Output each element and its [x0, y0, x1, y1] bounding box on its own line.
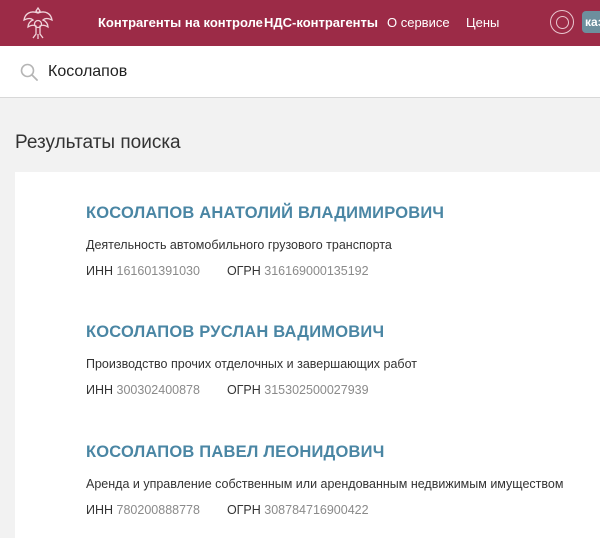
list-item: КОСОЛАПОВ ПАВЕЛ ЛЕОНИДОВИЧ Аренда и упра… [86, 443, 600, 517]
nav-vat-counterparties[interactable]: НДС-контрагенты [264, 15, 378, 30]
search-bar [0, 46, 600, 98]
search-input[interactable] [48, 59, 568, 85]
inn-value: 300302400878 [116, 383, 200, 397]
result-name-link[interactable]: КОСОЛАПОВ ПАВЕЛ ЛЕОНИДОВИЧ [86, 443, 600, 462]
search-icon[interactable] [20, 63, 38, 81]
ogrn-label: ОГРН [226, 264, 261, 278]
inn-label: ИНН [86, 383, 114, 397]
result-name-link[interactable]: КОСОЛАПОВ АНАТОЛИЙ ВЛАДИМИРОВИЧ [86, 204, 600, 223]
page-title: Результаты поиска [15, 132, 181, 153]
ogrn-label: ОГРН [226, 503, 261, 517]
inn-value: 780200888778 [116, 503, 200, 517]
result-activity: Деятельность автомобильного грузового тр… [86, 238, 392, 252]
result-activity: Аренда и управление собственным или арен… [86, 477, 564, 491]
nav-monitored-counterparties[interactable]: Контрагенты на контроле [98, 15, 263, 30]
inn-label: ИНН [86, 264, 114, 278]
list-item: КОСОЛАПОВ АНАТОЛИЙ ВЛАДИМИРОВИЧ Деятельн… [86, 204, 600, 278]
nav-about-service[interactable]: О сервисе [387, 15, 450, 30]
results-list: КОСОЛАПОВ АНАТОЛИЙ ВЛАДИМИРОВИЧ Деятельн… [15, 172, 600, 538]
result-name-link[interactable]: КОСОЛАПОВ РУСЛАН ВАДИМОВИЧ [86, 323, 600, 342]
list-item: КОСОЛАПОВ РУСЛАН ВАДИМОВИЧ Производство … [86, 323, 600, 397]
ogrn-label: ОГРН [226, 383, 261, 397]
result-ids: ИНН 161601391030 ОГРН 316169000135192 [86, 264, 600, 278]
emblem-logo-icon[interactable] [20, 4, 56, 42]
ogrn-value: 308784716900422 [264, 503, 369, 517]
ogrn-value: 316169000135192 [264, 264, 369, 278]
result-ids: ИНН 780200888778 ОГРН 308784716900422 [86, 503, 600, 517]
inn-label: ИНН [86, 503, 114, 517]
ogrn-value: 315302500027939 [264, 383, 369, 397]
language-switch-button[interactable]: каз [582, 11, 600, 33]
top-navigation-bar: Контрагенты на контроле НДС-контрагенты … [0, 0, 600, 46]
result-ids: ИНН 300302400878 ОГРН 315302500027939 [86, 383, 600, 397]
inn-value: 161601391030 [116, 264, 200, 278]
result-activity: Производство прочих отделочных и заверша… [86, 357, 417, 371]
support-lifebuoy-icon[interactable] [550, 10, 574, 34]
nav-prices[interactable]: Цены [466, 15, 499, 30]
